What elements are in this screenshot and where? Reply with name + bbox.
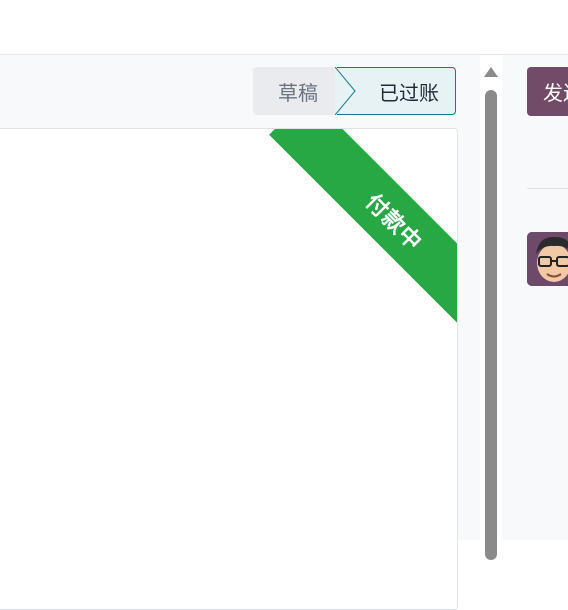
chatter-divider: [527, 188, 568, 189]
status-ribbon: 付款中: [227, 129, 457, 359]
scrollbar-thumb[interactable]: [485, 90, 497, 560]
form-area: 草稿 已过账 付款中: [0, 55, 480, 610]
top-bar: [0, 0, 568, 55]
chatter-panel: 发送消息: [502, 55, 568, 540]
user-avatar-icon: [527, 232, 568, 286]
chevron-right-icon: [335, 67, 356, 115]
form-sheet: 付款中: [0, 128, 458, 610]
scroll-up-arrow-icon[interactable]: [484, 67, 498, 77]
send-message-button[interactable]: 发送消息: [527, 67, 568, 116]
status-stage-posted-label: 已过账: [379, 80, 439, 105]
avatar[interactable]: [527, 232, 568, 286]
status-ribbon-label: 付款中: [269, 129, 457, 347]
send-message-button-label: 发送消息: [543, 81, 568, 105]
status-stage-draft-label: 草稿: [278, 80, 318, 105]
scrollbar[interactable]: [480, 55, 502, 560]
